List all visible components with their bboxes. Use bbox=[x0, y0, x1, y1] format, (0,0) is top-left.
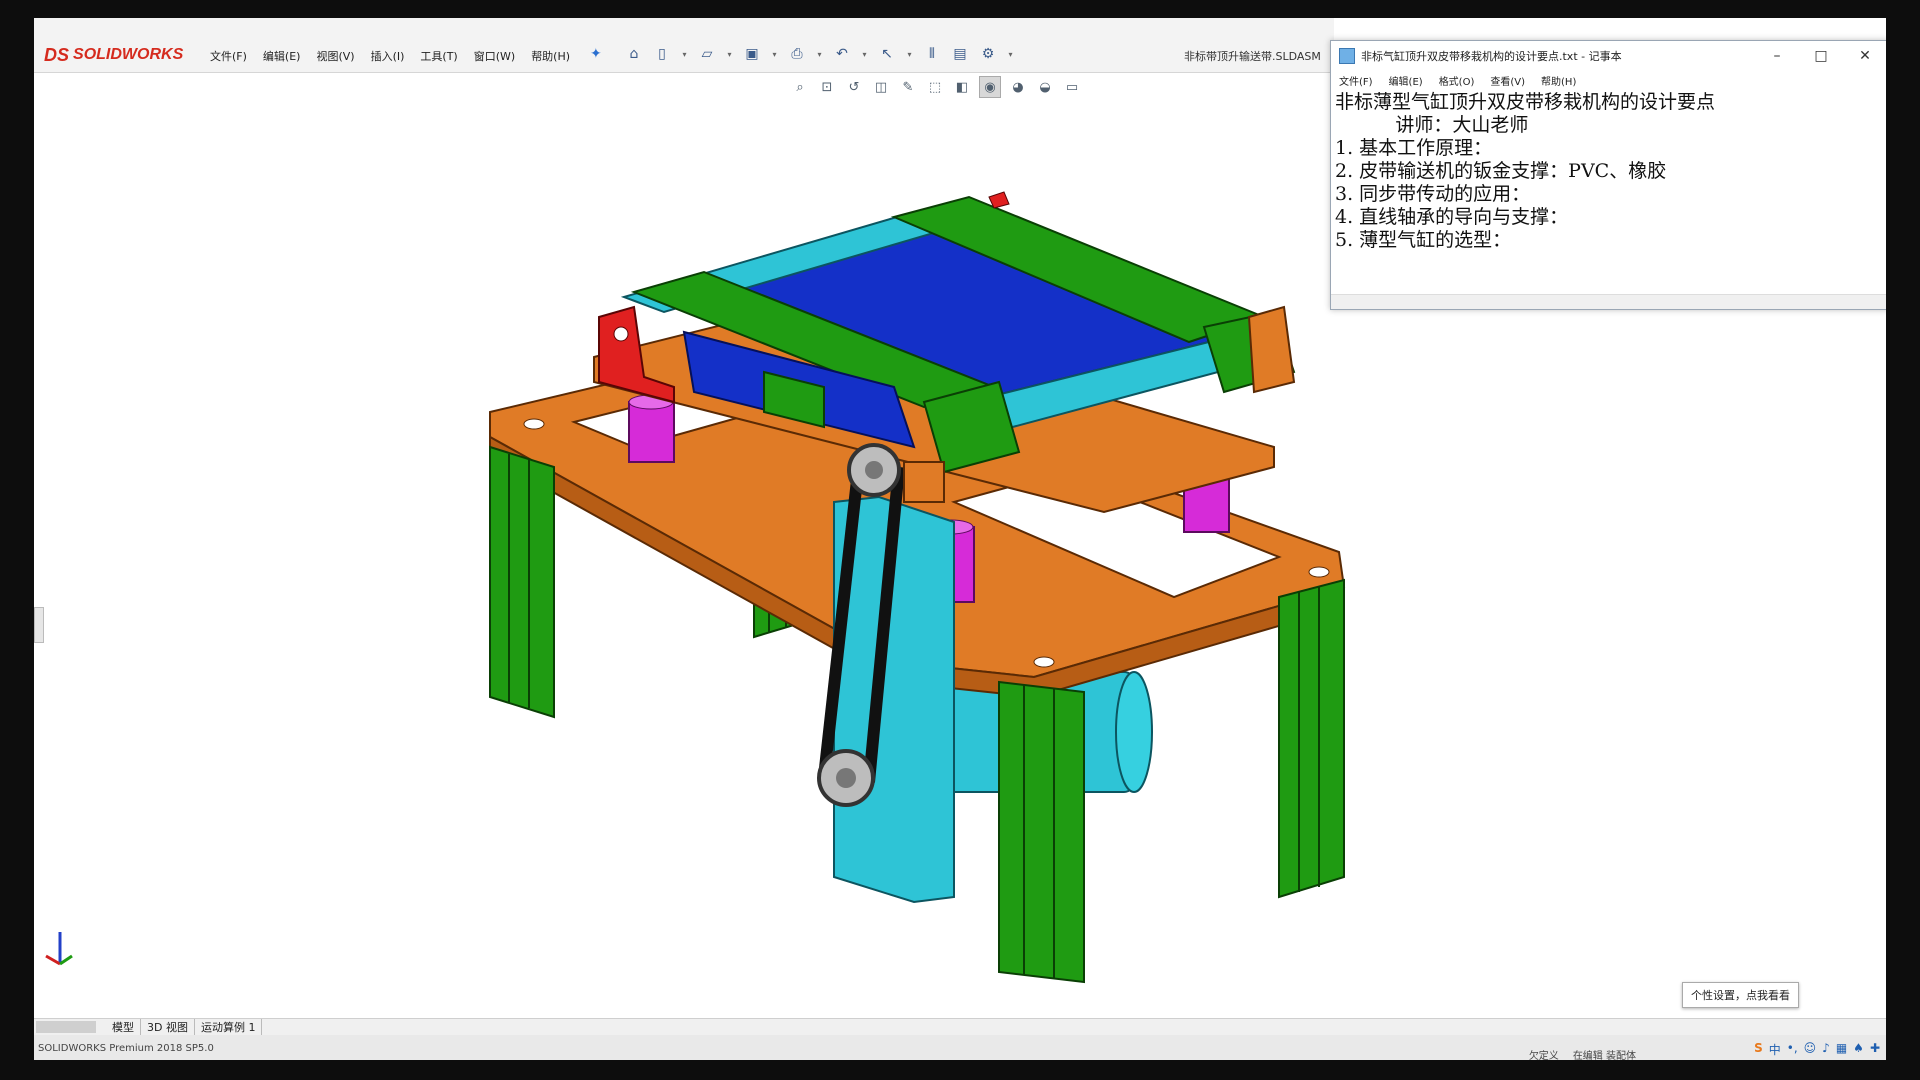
ds-logo-icon: DS bbox=[44, 44, 70, 65]
menu-insert[interactable]: 插入(I) bbox=[371, 48, 405, 64]
dropdown-icon[interactable]: ▾ bbox=[815, 44, 824, 64]
sogou-ime-icon[interactable]: S bbox=[1754, 1041, 1763, 1058]
punctuation-icon[interactable]: •, bbox=[1787, 1041, 1798, 1058]
system-tray: S 中 •, ☺ ♪ ▦ ♠ ✚ bbox=[1754, 1041, 1880, 1058]
menu-file[interactable]: 文件(F) bbox=[210, 48, 247, 64]
home-icon[interactable]: ⌂ bbox=[624, 44, 644, 64]
dropdown-icon[interactable]: ▾ bbox=[680, 44, 689, 64]
zoom-to-area-icon[interactable]: ⊡ bbox=[817, 77, 837, 97]
text-line: 4. 直线轴承的导向与支撑： bbox=[1335, 206, 1569, 228]
menu-help[interactable]: 帮助(H) bbox=[531, 48, 570, 64]
select-arrow-icon[interactable]: ↖ bbox=[877, 44, 897, 64]
tab-model[interactable]: 模型 bbox=[106, 1019, 141, 1035]
tab-scroll-arrows[interactable] bbox=[36, 1021, 96, 1033]
notepad-icon bbox=[1339, 48, 1355, 64]
notepad-menu-help[interactable]: 帮助(H) bbox=[1541, 73, 1576, 88]
reference-triad-icon bbox=[45, 932, 73, 966]
file-properties-icon[interactable]: ▤ bbox=[950, 44, 970, 64]
notepad-window: 非标气缸顶升双皮带移栽机构的设计要点.txt - 记事本 – □ ✕ 文件(F)… bbox=[1330, 40, 1886, 310]
notepad-menu-view[interactable]: 查看(V) bbox=[1490, 73, 1525, 88]
horizontal-scrollbar[interactable] bbox=[1331, 294, 1886, 309]
version-text: SOLIDWORKS Premium 2018 SP5.0 bbox=[38, 1043, 214, 1054]
tab-motion-study[interactable]: 运动算例 1 bbox=[195, 1019, 263, 1035]
personalize-tooltip[interactable]: 个性设置，点我看看 bbox=[1682, 982, 1799, 1008]
text-line: 3. 同步带传动的应用： bbox=[1335, 183, 1531, 205]
text-line: 2. 皮带输送机的钣金支撑：PVC、橡胶 bbox=[1335, 160, 1667, 182]
view-settings-icon[interactable]: ▭ bbox=[1062, 77, 1082, 97]
screen: DS SOLIDWORKS 文件(F) 编辑(E) 视图(V) 插入(I) 工具… bbox=[34, 18, 1886, 1060]
solidworks-logo[interactable]: DS SOLIDWORKS bbox=[44, 44, 183, 66]
notepad-titlebar[interactable]: 非标气缸顶升双皮带移栽机构的设计要点.txt - 记事本 – □ ✕ bbox=[1331, 41, 1886, 71]
edit-status: 在编辑 装配体 bbox=[1572, 1051, 1636, 1060]
heads-up-view-toolbar: ⌕ ⊡ ↺ ◫ ✎ ⬚ ◧ ◉ ◕ ◒ ▭ bbox=[790, 76, 1082, 98]
menu-tools[interactable]: 工具(T) bbox=[420, 48, 457, 64]
toolbox-icon[interactable]: ✚ bbox=[1870, 1041, 1880, 1058]
solidworks-titlebar: DS SOLIDWORKS 文件(F) 编辑(E) 视图(V) 插入(I) 工具… bbox=[34, 18, 1334, 73]
previous-view-icon[interactable]: ↺ bbox=[844, 77, 864, 97]
dropdown-icon[interactable]: ▾ bbox=[725, 44, 734, 64]
pin-icon[interactable]: ✦ bbox=[590, 46, 602, 62]
notepad-menu-bar: 文件(F) 编辑(E) 格式(O) 查看(V) 帮助(H) bbox=[1331, 71, 1886, 89]
text-line: 5. 薄型气缸的选型： bbox=[1335, 229, 1512, 251]
maximize-icon[interactable]: □ bbox=[1799, 48, 1843, 64]
dropdown-icon[interactable]: ▾ bbox=[770, 44, 779, 64]
print-icon[interactable]: ⎙ bbox=[787, 44, 807, 64]
model-tabs: 模型 3D 视图 运动算例 1 bbox=[34, 1018, 1886, 1035]
section-view-icon[interactable]: ◫ bbox=[871, 77, 891, 97]
emoji-icon[interactable]: ☺ bbox=[1804, 1041, 1817, 1058]
undo-icon[interactable]: ↶ bbox=[832, 44, 852, 64]
notepad-menu-format[interactable]: 格式(O) bbox=[1439, 73, 1475, 88]
hide-show-items-icon[interactable]: ◉ bbox=[979, 76, 1001, 98]
dropdown-icon[interactable]: ▾ bbox=[1006, 44, 1015, 64]
zoom-to-fit-icon[interactable]: ⌕ bbox=[790, 77, 810, 97]
options-gear-icon[interactable]: ⚙ bbox=[978, 44, 998, 64]
status-bar: SOLIDWORKS Premium 2018 SP5.0 欠定义 在编辑 装配… bbox=[34, 1035, 1886, 1060]
logo-text: SOLIDWORKS bbox=[73, 46, 184, 63]
view-orientation-icon[interactable]: ⬚ bbox=[925, 77, 945, 97]
notepad-menu-edit[interactable]: 编辑(E) bbox=[1389, 73, 1423, 88]
microphone-icon[interactable]: ♪ bbox=[1822, 1041, 1830, 1058]
new-document-icon[interactable]: ▯ bbox=[652, 44, 672, 64]
text-line: 1. 基本工作原理： bbox=[1335, 137, 1493, 159]
text-line: 非标薄型气缸顶升双皮带移栽机构的设计要点 bbox=[1335, 91, 1716, 113]
panel-splitter-handle[interactable] bbox=[34, 607, 44, 643]
text-line: 讲师：大山老师 bbox=[1335, 114, 1529, 136]
menu-edit[interactable]: 编辑(E) bbox=[263, 48, 301, 64]
menu-window[interactable]: 窗口(W) bbox=[474, 48, 515, 64]
dropdown-icon[interactable]: ▾ bbox=[860, 44, 869, 64]
menu-view[interactable]: 视图(V) bbox=[316, 48, 354, 64]
close-icon[interactable]: ✕ bbox=[1843, 48, 1886, 64]
dropdown-icon[interactable]: ▾ bbox=[905, 44, 914, 64]
save-icon[interactable]: ▣ bbox=[742, 44, 762, 64]
document-title: 非标带顶升输送带.SLDASM bbox=[1184, 50, 1321, 63]
tab-3d-views[interactable]: 3D 视图 bbox=[141, 1019, 195, 1035]
menu-bar: 文件(F) 编辑(E) 视图(V) 插入(I) 工具(T) 窗口(W) 帮助(H… bbox=[210, 48, 570, 64]
minimize-icon[interactable]: – bbox=[1755, 48, 1799, 64]
dynamic-annotation-icon[interactable]: ✎ bbox=[898, 77, 918, 97]
open-folder-icon[interactable]: ▱ bbox=[697, 44, 717, 64]
notepad-text-area[interactable]: 非标薄型气缸顶升双皮带移栽机构的设计要点 讲师：大山老师 1. 基本工作原理： 2.… bbox=[1331, 89, 1886, 254]
definition-status: 欠定义 bbox=[1528, 1051, 1559, 1060]
notepad-title: 非标气缸顶升双皮带移栽机构的设计要点.txt - 记事本 bbox=[1361, 50, 1622, 63]
display-style-icon[interactable]: ◧ bbox=[952, 77, 972, 97]
skin-icon[interactable]: ♠ bbox=[1853, 1041, 1864, 1058]
ime-chinese-icon[interactable]: 中 bbox=[1769, 1041, 1781, 1058]
edit-appearance-icon[interactable]: ◕ bbox=[1008, 77, 1028, 97]
notepad-menu-file[interactable]: 文件(F) bbox=[1339, 73, 1373, 88]
traffic-light-icon[interactable]: ⦀ bbox=[922, 44, 942, 64]
keyboard-icon[interactable]: ▦ bbox=[1836, 1041, 1847, 1058]
standard-toolbar: ⌂ ▯ ▾ ▱ ▾ ▣ ▾ ⎙ ▾ ↶ ▾ ↖ ▾ ⦀ ▤ ⚙ ▾ bbox=[624, 44, 1015, 64]
apply-scene-icon[interactable]: ◒ bbox=[1035, 77, 1055, 97]
